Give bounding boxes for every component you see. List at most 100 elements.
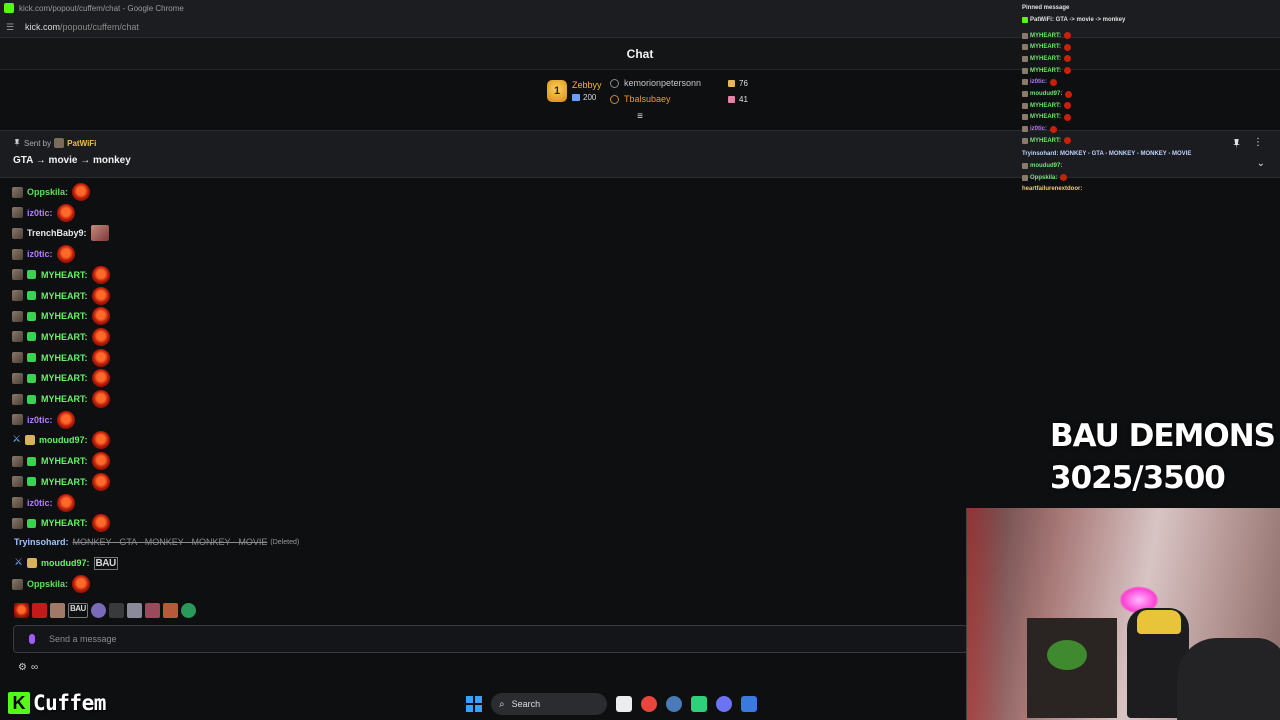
figure-emote[interactable] (126, 602, 142, 618)
avatar (12, 227, 23, 239)
chat-message[interactable]: MYHEART: (12, 368, 110, 388)
chat-username[interactable]: Oppskila: (27, 579, 68, 589)
chat-message[interactable]: Oppskila: (12, 574, 91, 594)
bau-emote[interactable]: BAU (68, 602, 88, 618)
heart-emote[interactable] (14, 602, 29, 618)
chat-username[interactable]: MYHEART: (41, 373, 88, 383)
top-gifter-name[interactable]: Zebbyy (572, 80, 602, 90)
pic-emote[interactable] (144, 602, 160, 618)
red-emote[interactable] (32, 602, 47, 618)
face-emote[interactable] (50, 602, 65, 618)
chat-username[interactable]: Oppskila: (27, 187, 68, 197)
chat-username[interactable]: MYHEART: (41, 311, 88, 321)
discord-icon[interactable] (716, 696, 732, 712)
subscriber-badge-icon (27, 518, 36, 528)
chat-message[interactable]: MYHEART: (12, 513, 110, 533)
site-info-icon[interactable]: ☰ (6, 22, 16, 32)
gift-icon (728, 95, 735, 103)
chat-message[interactable]: MYHEART: (12, 306, 110, 326)
chat-message[interactable]: ⚔ moudud97: BAU (14, 553, 118, 573)
chat-username[interactable]: iz0tic: (27, 208, 53, 218)
overlay-row: MYHEART: (1022, 113, 1071, 121)
heart-emote (1050, 125, 1058, 133)
subscriber-badge-icon (27, 373, 36, 383)
chat-message[interactable]: iz0tic: (12, 493, 75, 513)
crowd-emote[interactable] (162, 602, 178, 618)
app-icon[interactable] (741, 696, 757, 712)
leaderboard-entry[interactable]: Tbalsubaey 41 (610, 94, 748, 104)
heart-emote (1064, 55, 1071, 63)
chat-username[interactable]: MYHEART: (41, 394, 88, 404)
chat-message[interactable]: ⚔ moudud97: (12, 430, 110, 450)
chat-message[interactable]: MYHEART: (12, 327, 110, 347)
subscriber-badge-icon (27, 456, 36, 466)
subscriber-badge-icon (27, 270, 36, 280)
chat-message[interactable]: TrenchBaby9: (12, 223, 109, 243)
chat-username[interactable]: MYHEART: (41, 518, 88, 528)
chat-message[interactable]: MYHEART: (12, 348, 110, 368)
recycle-emote[interactable] (180, 602, 196, 618)
chat-username[interactable]: iz0tic: (27, 498, 53, 508)
chat-message[interactable]: iz0tic: (12, 410, 75, 430)
chat-message[interactable]: Oppskila: (12, 182, 91, 202)
chat-message[interactable]: iz0tic: (12, 244, 75, 264)
heart-emote (91, 265, 110, 284)
overlay-row: Tryinsohard: MONKEY - GTA - MONKEY - MON… (1022, 151, 1192, 157)
chat-username[interactable]: moudud97: (39, 435, 88, 445)
chat-username[interactable]: iz0tic: (27, 415, 53, 425)
heart-emote (1064, 113, 1071, 121)
chat-username[interactable]: Tryinsohard: (14, 537, 69, 547)
infinity-icon[interactable]: ∞ (31, 662, 38, 673)
spotify-icon[interactable] (691, 696, 707, 712)
chat-message[interactable]: MYHEART: (12, 451, 110, 471)
chrome-icon[interactable] (641, 696, 657, 712)
chat-username[interactable]: MYHEART: (41, 291, 88, 301)
bau-small-emote[interactable] (108, 602, 124, 618)
gift-icon (728, 79, 735, 87)
chat-message[interactable]: MYHEART: (12, 286, 110, 306)
chat-username[interactable]: MYHEART: (41, 456, 88, 466)
url-text[interactable]: kick.com/popout/cuffem/chat (25, 22, 139, 32)
dog-emote[interactable] (90, 602, 106, 618)
avatar (12, 290, 23, 301)
channel-name: Cuffem (33, 691, 106, 715)
streamer (1177, 638, 1280, 720)
chat-message-deleted[interactable]: Tryinsohard: MONKEY - GTA - MONKEY - MON… (14, 532, 299, 552)
chat-username[interactable]: moudud97: (41, 558, 90, 568)
chat-message[interactable]: MYHEART: (12, 265, 110, 285)
heart-emote (1060, 174, 1068, 181)
chat-username[interactable]: MYHEART: (41, 353, 88, 363)
leaderboard-entry[interactable]: kemorionpetersonn 76 (610, 78, 748, 88)
chat-username[interactable]: iz0tic: (27, 249, 53, 259)
expand-leaderboard-icon[interactable]: ≡ (635, 112, 645, 122)
avatar (1022, 174, 1028, 181)
avatar (1022, 44, 1028, 51)
heart-emote (72, 183, 91, 201)
chat-message[interactable]: MYHEART: (12, 389, 110, 409)
chat-message[interactable]: iz0tic: (12, 203, 75, 223)
chat-username[interactable]: TrenchBaby9: (27, 228, 87, 238)
windows-taskbar: ⌕ Search (466, 692, 757, 716)
avatar (12, 248, 23, 260)
chat-username[interactable]: MYHEART: (41, 477, 88, 487)
steam-icon[interactable] (666, 696, 682, 712)
chat-input[interactable]: Send a message (13, 625, 968, 653)
chat-message[interactable]: MYHEART: (12, 472, 110, 492)
sub-goal-overlay: BAU DEMONS 3025/3500 (1050, 415, 1280, 499)
heart-emote (56, 410, 75, 429)
moderator-sword-icon: ⚔ (12, 434, 21, 446)
heart-emote (91, 327, 110, 346)
avatar (12, 207, 23, 219)
taskbar-search[interactable]: ⌕ Search (491, 693, 607, 715)
chat-username[interactable]: MYHEART: (41, 270, 88, 280)
emote-quick-bar[interactable]: BAU (14, 601, 196, 619)
file-explorer-icon[interactable] (616, 696, 632, 712)
pinned-sender[interactable]: PatWiFi (67, 139, 96, 148)
top-gifter-count: 200 (572, 93, 596, 102)
channel-branding: K Cuffem (8, 690, 106, 716)
overlay-row: iz0tic: (1022, 125, 1058, 133)
settings-gear-icon[interactable]: ⚙ (18, 662, 27, 673)
chat-username[interactable]: MYHEART: (41, 332, 88, 342)
microphone-icon[interactable] (29, 634, 35, 644)
windows-start-icon[interactable] (466, 696, 482, 712)
